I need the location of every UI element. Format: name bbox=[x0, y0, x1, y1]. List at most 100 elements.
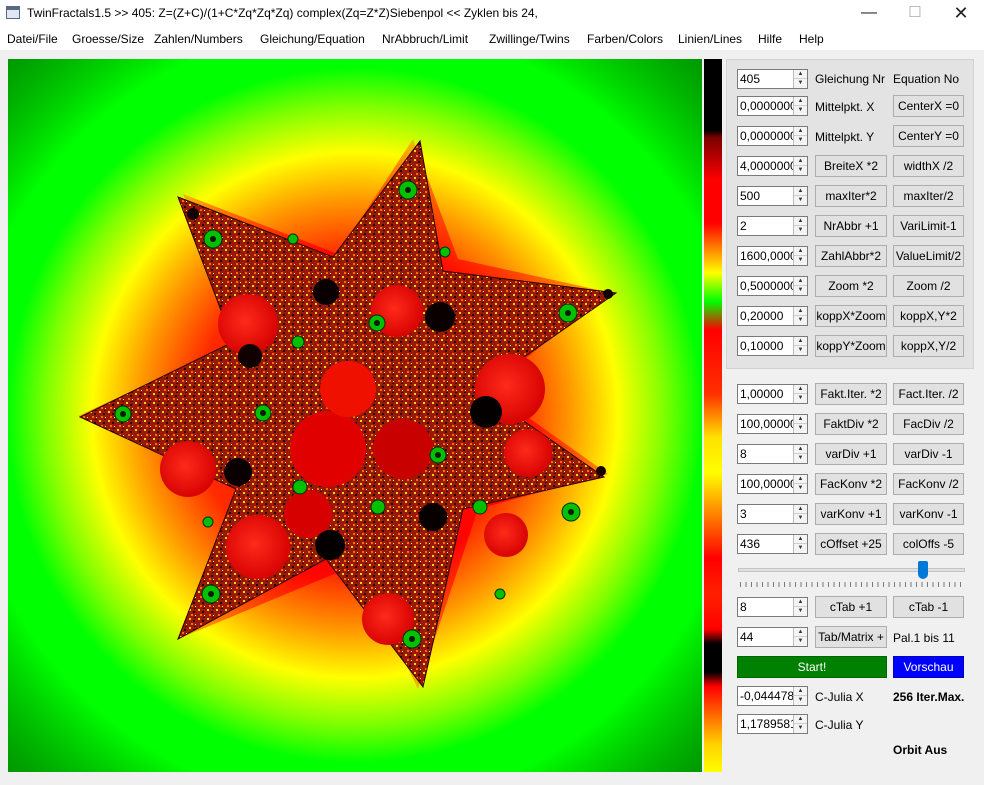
kopp-xy-half-button[interactable]: koppX,Y/2 bbox=[893, 335, 964, 357]
width-half-button[interactable]: widthX /2 bbox=[893, 155, 964, 177]
zahl-abbr-double-button[interactable]: ZahlAbbr*2 bbox=[815, 245, 887, 267]
menu-size[interactable]: Groesse/Size bbox=[72, 32, 144, 46]
max-iter-half-button[interactable]: maxIter/2 bbox=[893, 185, 964, 207]
menu-colors[interactable]: Farben/Colors bbox=[587, 32, 663, 46]
menu-lines[interactable]: Linien/Lines bbox=[678, 32, 742, 46]
fractal-canvas[interactable] bbox=[8, 59, 702, 772]
fac-konv-field[interactable]: ▲▼ bbox=[737, 474, 808, 494]
menu-limit[interactable]: NrAbbruch/Limit bbox=[382, 32, 468, 46]
value-limit-half-button[interactable]: ValueLimit/2 bbox=[893, 245, 964, 267]
spin-buttons[interactable]: ▲ ▼ bbox=[793, 307, 807, 325]
col-offs-minus-button[interactable]: colOffs -5 bbox=[893, 533, 964, 555]
width-field[interactable]: ▲▼ bbox=[737, 156, 808, 176]
tab-matrix-plus-button[interactable]: Tab/Matrix + bbox=[815, 626, 887, 648]
tab-matrix-field[interactable]: ▲▼ bbox=[737, 627, 808, 647]
center-y-label: Mittelpkt. Y bbox=[815, 130, 875, 144]
c-tab-minus-button[interactable]: cTab -1 bbox=[893, 596, 964, 618]
center-x-field[interactable]: ▲▼ bbox=[737, 96, 808, 116]
spin-buttons[interactable]: ▲ ▼ bbox=[793, 385, 807, 403]
vari-limit-minus-button[interactable]: VariLimit-1 bbox=[893, 215, 964, 237]
spin-buttons[interactable]: ▲ ▼ bbox=[793, 70, 807, 88]
menu-numbers[interactable]: Zahlen/Numbers bbox=[154, 32, 243, 46]
kopp-y-zoom-button[interactable]: koppY*Zoom bbox=[815, 335, 887, 357]
spin-buttons[interactable]: ▲ ▼ bbox=[793, 157, 807, 175]
zoom-double-button[interactable]: Zoom *2 bbox=[815, 275, 887, 297]
spin-buttons[interactable]: ▲ ▼ bbox=[793, 277, 807, 295]
fac-konv-half-button[interactable]: FacKonv /2 bbox=[893, 473, 964, 495]
center-y-field[interactable]: ▲▼ bbox=[737, 126, 808, 146]
spin-buttons[interactable]: ▲ ▼ bbox=[793, 187, 807, 205]
orbit-status-label: Orbit Aus bbox=[893, 743, 948, 757]
fakt-div-double-button[interactable]: FaktDiv *2 bbox=[815, 413, 887, 435]
var-div-plus-button[interactable]: varDiv +1 bbox=[815, 443, 887, 465]
julia-x-label: C-Julia X bbox=[815, 690, 864, 704]
spin-buttons[interactable]: ▲ ▼ bbox=[793, 475, 807, 493]
fakt-iter-field[interactable]: ▲▼ bbox=[737, 384, 808, 404]
menu-twins[interactable]: Zwillinge/Twins bbox=[489, 32, 570, 46]
spin-buttons[interactable]: ▲ ▼ bbox=[793, 247, 807, 265]
spin-buttons[interactable]: ▲ ▼ bbox=[793, 715, 807, 733]
fakt-div-field[interactable]: ▲▼ bbox=[737, 414, 808, 434]
menu-help[interactable]: Help bbox=[799, 32, 824, 46]
var-div-field[interactable]: ▲▼ bbox=[737, 444, 808, 464]
center-x-reset-button[interactable]: CenterX =0 bbox=[893, 95, 964, 117]
color-offset-slider-thumb[interactable] bbox=[918, 561, 929, 579]
spin-buttons[interactable]: ▲ ▼ bbox=[793, 598, 807, 616]
spin-buttons[interactable]: ▲ ▼ bbox=[793, 127, 807, 145]
menu-file[interactable]: Datei/File bbox=[7, 32, 58, 46]
equation-label-de: Gleichung Nr bbox=[815, 72, 886, 86]
spin-buttons[interactable]: ▲ ▼ bbox=[793, 505, 807, 523]
kopp-xy-double-button[interactable]: koppX,Y*2 bbox=[893, 305, 964, 327]
var-div-minus-button[interactable]: varDiv -1 bbox=[893, 443, 964, 465]
julia-x-field[interactable]: ▲▼ bbox=[737, 686, 808, 706]
center-y-reset-button[interactable]: CenterY =0 bbox=[893, 125, 964, 147]
spin-buttons[interactable]: ▲ ▼ bbox=[793, 415, 807, 433]
spin-buttons[interactable]: ▲ ▼ bbox=[793, 337, 807, 355]
slider-ticks bbox=[740, 582, 964, 587]
fakt-iter-double-button[interactable]: Fakt.Iter. *2 bbox=[815, 383, 887, 405]
fac-konv-double-button[interactable]: FacKonv *2 bbox=[815, 473, 887, 495]
center-x-label: Mittelpkt. X bbox=[815, 100, 875, 114]
minimize-button[interactable]: — bbox=[846, 0, 892, 28]
color-offset-slider-track[interactable] bbox=[738, 568, 965, 572]
menu-equation[interactable]: Gleichung/Equation bbox=[260, 32, 365, 46]
menu-hilfe[interactable]: Hilfe bbox=[758, 32, 782, 46]
fac-div-half-button[interactable]: FacDiv /2 bbox=[893, 413, 964, 435]
window-title: TwinFractals1.5 >> 405: Z=(Z+C)/(1+C*Zq*… bbox=[27, 6, 538, 20]
nr-abbr-plus-button[interactable]: NrAbbr +1 bbox=[815, 215, 887, 237]
title-bar: TwinFractals1.5 >> 405: Z=(Z+C)/(1+C*Zq*… bbox=[0, 0, 984, 28]
var-konv-minus-button[interactable]: varKonv -1 bbox=[893, 503, 964, 525]
close-button[interactable]: ✕ bbox=[938, 0, 984, 28]
max-iter-double-button[interactable]: maxIter*2 bbox=[815, 185, 887, 207]
c-offset-plus-button[interactable]: cOffset +25 bbox=[815, 533, 887, 555]
var-konv-plus-button[interactable]: varKonv +1 bbox=[815, 503, 887, 525]
nr-abbr-field[interactable]: ▲▼ bbox=[737, 216, 808, 236]
width-double-button[interactable]: BreiteX *2 bbox=[815, 155, 887, 177]
max-iter-field[interactable]: ▲▼ bbox=[737, 186, 808, 206]
spin-buttons[interactable]: ▲ ▼ bbox=[793, 97, 807, 115]
c-offset-field[interactable]: ▲▼ bbox=[737, 534, 808, 554]
spin-buttons[interactable]: ▲ ▼ bbox=[793, 687, 807, 705]
zoom-field[interactable]: ▲▼ bbox=[737, 276, 808, 296]
kopp-x-zoom-button[interactable]: koppX*Zoom bbox=[815, 305, 887, 327]
spin-buttons[interactable]: ▲ ▼ bbox=[793, 217, 807, 235]
start-button[interactable]: Start! bbox=[737, 656, 887, 678]
menu-bar: Datei/File Groesse/Size Zahlen/Numbers G… bbox=[0, 28, 984, 50]
c-tab-field[interactable]: ▲▼ bbox=[737, 597, 808, 617]
spin-buttons[interactable]: ▲ ▼ bbox=[793, 535, 807, 553]
c-tab-plus-button[interactable]: cTab +1 bbox=[815, 596, 887, 618]
equation-number-field[interactable]: ▲▼ bbox=[737, 69, 808, 89]
iter-max-label: 256 Iter.Max. bbox=[893, 690, 965, 704]
julia-y-field[interactable]: ▲▼ bbox=[737, 714, 808, 734]
spin-buttons[interactable]: ▲ ▼ bbox=[793, 628, 807, 646]
maximize-button[interactable]: ☐ bbox=[892, 0, 938, 28]
kopp-y-field[interactable]: ▲▼ bbox=[737, 336, 808, 356]
spin-buttons[interactable]: ▲ ▼ bbox=[793, 445, 807, 463]
app-window-icon bbox=[6, 6, 20, 19]
fact-iter-half-button[interactable]: Fact.Iter. /2 bbox=[893, 383, 964, 405]
zoom-half-button[interactable]: Zoom /2 bbox=[893, 275, 964, 297]
preview-button[interactable]: Vorschau bbox=[893, 656, 964, 678]
var-konv-field[interactable]: ▲▼ bbox=[737, 504, 808, 524]
zahl-abbr-field[interactable]: ▲▼ bbox=[737, 246, 808, 266]
kopp-x-field[interactable]: ▲▼ bbox=[737, 306, 808, 326]
